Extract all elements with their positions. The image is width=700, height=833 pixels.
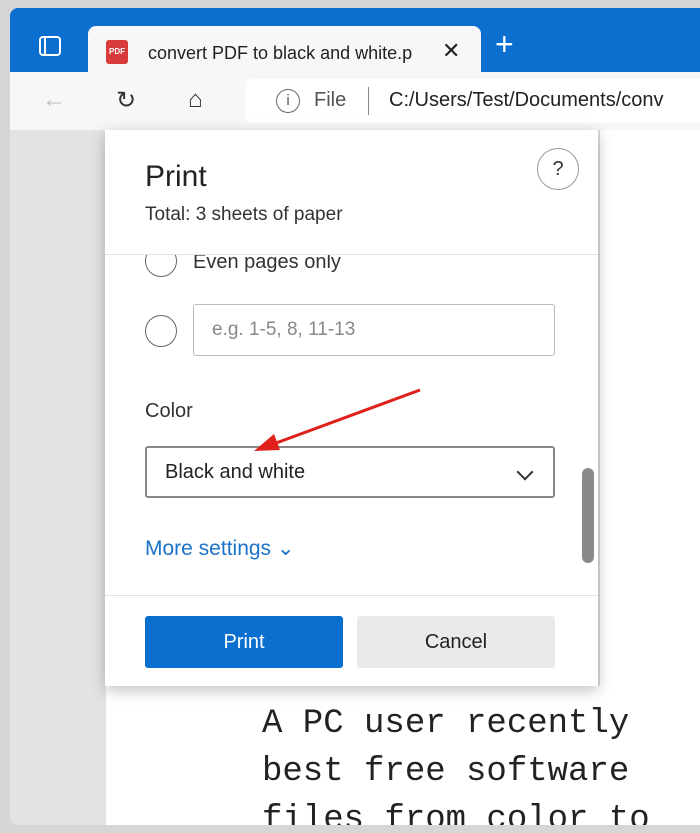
print-dialog: Print Total: 3 sheets of paper ? Even pa… [105, 130, 598, 686]
help-button[interactable]: ? [537, 148, 579, 190]
tab-bar: PDF convert PDF to black and white.p ✕ + [10, 8, 700, 74]
scrollbar[interactable] [582, 468, 594, 563]
divider [368, 87, 369, 115]
cancel-button[interactable]: Cancel [357, 616, 555, 668]
even-pages-radio[interactable] [145, 255, 177, 277]
file-label: File [314, 89, 347, 111]
custom-range-radio[interactable] [145, 315, 177, 347]
chevron-down-icon [516, 463, 534, 481]
tab-actions-icon[interactable] [39, 36, 61, 56]
print-preview [598, 130, 700, 686]
document-text: A PC user recently best free software file… [262, 700, 650, 825]
close-tab-icon[interactable]: ✕ [442, 38, 460, 64]
url-text[interactable]: C:/Users/Test/Documents/conv [389, 89, 664, 112]
color-label: Color [145, 400, 193, 422]
pdf-icon: PDF [106, 40, 128, 64]
settings-scroll-area: Even pages only e.g. 1-5, 8, 11-13 Color… [105, 255, 598, 595]
back-icon[interactable]: ← [42, 86, 66, 114]
color-value: Black and white [165, 461, 306, 483]
color-select[interactable]: Black and white [145, 446, 555, 498]
document-page: A PC user recently best free software file… [106, 686, 700, 825]
dialog-title: Print [145, 160, 207, 193]
print-button[interactable]: Print [145, 616, 343, 668]
doc-line: A PC user recently [262, 705, 630, 743]
doc-line: files from color to [262, 801, 650, 825]
page-range-input[interactable]: e.g. 1-5, 8, 11-13 [193, 304, 555, 356]
home-icon[interactable]: ⌂ [188, 86, 203, 114]
new-tab-button[interactable]: + [495, 26, 514, 63]
toolbar: ← ↻ ⌂ i File C:/Users/Test/Documents/con… [10, 72, 700, 130]
tab-title: convert PDF to black and white.p [148, 43, 413, 63]
address-bar[interactable]: i File C:/Users/Test/Documents/conv [246, 79, 700, 123]
doc-line: best free software [262, 753, 630, 791]
tab-active[interactable]: PDF convert PDF to black and white.p ✕ [88, 26, 481, 74]
info-icon[interactable]: i [276, 89, 300, 113]
refresh-icon[interactable]: ↻ [116, 86, 136, 115]
browser-window: PDF convert PDF to black and white.p ✕ +… [10, 8, 700, 825]
more-settings-link[interactable]: More settings ⌄ [145, 536, 294, 561]
even-pages-label: Even pages only [193, 255, 341, 273]
sheet-count: Total: 3 sheets of paper [145, 204, 343, 225]
divider [105, 595, 598, 596]
